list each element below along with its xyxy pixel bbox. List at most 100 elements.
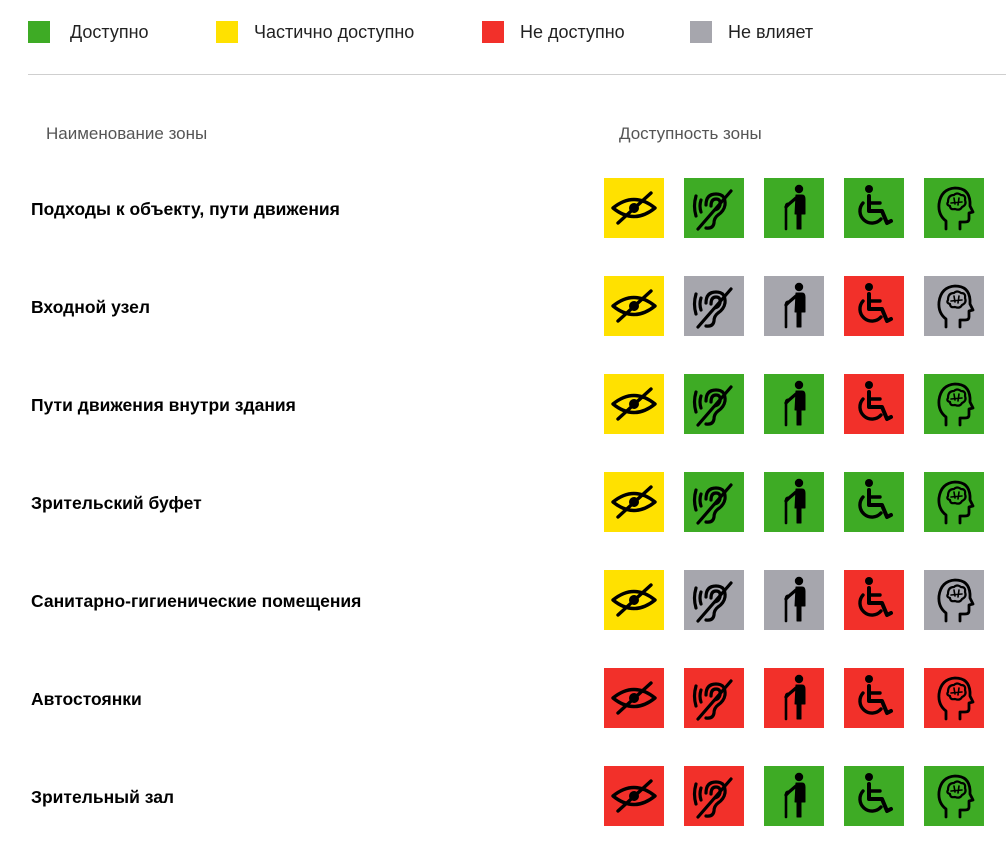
table-row: Пути движения внутри здания [0,374,1006,434]
elderly-cane-icon [784,183,807,231]
elderly-cane-icon [784,477,807,525]
legend-swatch-partial [216,21,238,43]
vision-impaired-icon [611,289,657,323]
access-cell-vision-impaired [604,766,664,826]
hearing-impaired-icon [692,287,733,329]
elderly-cane-icon [784,575,807,623]
legend-label: Не влияет [728,22,814,42]
legend-swatch-available [28,21,50,43]
mental-head-icon [937,480,975,525]
hearing-impaired-icon [692,777,733,819]
zone-name: Подходы к объекту, пути движения [31,199,340,219]
access-cell-hearing-impaired [684,766,744,826]
table-row: Зрительский буфет [0,472,1006,532]
elderly-cane-icon [784,379,807,427]
access-cell-mental-head [924,766,984,826]
zone-access-cells [604,668,984,728]
table-row: Подходы к объекту, пути движения [0,178,1006,238]
table-row: Автостоянки [0,668,1006,728]
access-cell-vision-impaired [604,472,664,532]
hearing-impaired-icon [692,385,733,427]
access-cell-vision-impaired [604,570,664,630]
legend-label: Не доступно [520,22,625,42]
vision-impaired-icon [611,583,657,617]
zone-access-cells [604,766,984,826]
access-cell-hearing-impaired [684,276,744,336]
hearing-impaired-icon [692,189,733,231]
access-cell-elderly-cane [764,570,824,630]
legend: Доступно Частично доступно Не доступно Н… [0,0,1006,64]
access-cell-wheelchair [844,178,904,238]
access-cell-hearing-impaired [684,178,744,238]
wheelchair-icon [857,771,893,814]
mental-head-icon [937,186,975,231]
access-cell-elderly-cane [764,472,824,532]
mental-head-icon [937,774,975,819]
table-row: Санитарно-гигиенические помещения [0,570,1006,630]
zone-access-cells [604,276,984,336]
column-header-zone: Наименование зоны [46,124,208,143]
wheelchair-icon [857,575,893,618]
access-cell-mental-head [924,472,984,532]
access-cell-hearing-impaired [684,668,744,728]
legend-label: Доступно [70,22,149,42]
access-cell-elderly-cane [764,668,824,728]
legend-label: Частично доступно [254,22,415,42]
zone-name: Зрительный зал [31,787,175,807]
access-cell-wheelchair [844,374,904,434]
wheelchair-icon [857,281,893,324]
wheelchair-icon [857,183,893,226]
zone-access-cells [604,472,984,532]
legend-swatch-unavailable [482,21,504,43]
access-cell-vision-impaired [604,178,664,238]
column-header-access: Доступность зоны [619,124,762,143]
access-cell-vision-impaired [604,374,664,434]
mental-head-icon [937,676,975,721]
elderly-cane-icon [784,281,807,329]
mental-head-icon [937,382,975,427]
access-cell-mental-head [924,668,984,728]
access-cell-elderly-cane [764,766,824,826]
access-cell-hearing-impaired [684,570,744,630]
access-cell-wheelchair [844,766,904,826]
vision-impaired-icon [611,191,657,225]
access-cell-wheelchair [844,472,904,532]
access-cell-elderly-cane [764,374,824,434]
zone-name: Автостоянки [31,689,142,709]
elderly-cane-icon [784,673,807,721]
vision-impaired-icon [611,485,657,519]
zone-name: Пути движения внутри здания [31,395,296,415]
table-row: Входной узел [0,276,1006,336]
elderly-cane-icon [784,771,807,819]
access-cell-wheelchair [844,276,904,336]
vision-impaired-icon [611,779,657,813]
zone-access-cells [604,570,984,630]
access-cell-mental-head [924,276,984,336]
access-cell-vision-impaired [604,668,664,728]
hearing-impaired-icon [692,483,733,525]
access-cell-mental-head [924,570,984,630]
access-cell-hearing-impaired [684,374,744,434]
table-row: Зрительный зал [0,766,1006,826]
vision-impaired-icon [611,387,657,421]
zone-name: Санитарно-гигиенические помещения [31,591,362,611]
wheelchair-icon [857,477,893,520]
wheelchair-icon [857,379,893,422]
access-cell-vision-impaired [604,276,664,336]
wheelchair-icon [857,673,893,716]
hearing-impaired-icon [692,679,733,721]
access-cell-wheelchair [844,668,904,728]
divider [28,74,1006,75]
zone-access-cells [604,178,984,238]
zone-name: Входной узел [31,297,150,317]
access-cell-mental-head [924,374,984,434]
mental-head-icon [937,284,975,329]
access-cell-wheelchair [844,570,904,630]
access-cell-hearing-impaired [684,472,744,532]
hearing-impaired-icon [692,581,733,623]
access-cell-mental-head [924,178,984,238]
legend-swatch-not-affected [690,21,712,43]
zone-access-cells [604,374,984,434]
zone-name: Зрительский буфет [31,493,202,513]
access-cell-elderly-cane [764,276,824,336]
